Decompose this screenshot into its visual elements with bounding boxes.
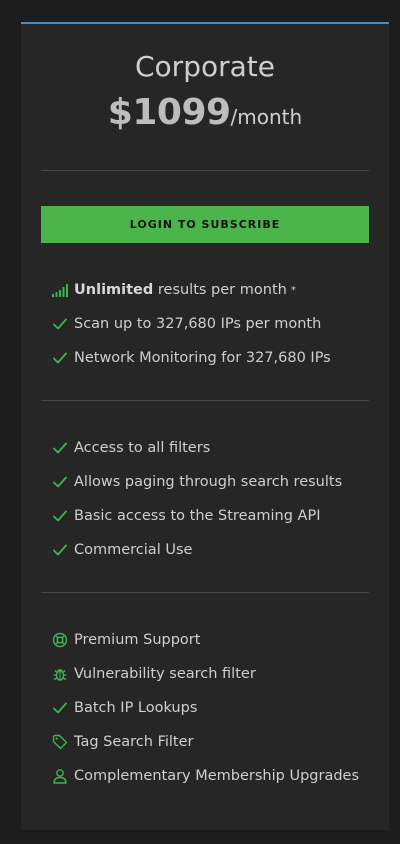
feature-item: Basic access to the Streaming API [51, 499, 381, 533]
feature-item: Scan up to 327,680 IPs per month [51, 307, 381, 341]
tag-icon [51, 733, 69, 751]
feature-text: Scan up to 327,680 IPs per month [74, 316, 322, 332]
feature-text: Tag Search Filter [74, 734, 194, 750]
feature-text: Network Monitoring for 327,680 IPs [74, 350, 331, 366]
lifebuoy-icon [51, 631, 69, 649]
bug-icon [51, 665, 69, 683]
check-icon [51, 349, 69, 367]
feature-list-usage: Unlimited results per month * Scan up to… [51, 273, 381, 375]
feature-item: Tag Search Filter [51, 725, 381, 759]
feature-text: Commercial Use [74, 542, 193, 558]
feature-text: results per month [153, 282, 287, 298]
feature-item: Batch IP Lookups [51, 691, 381, 725]
feature-text: Allows paging through search results [74, 474, 343, 490]
login-to-subscribe-button[interactable]: LOGIN TO SUBSCRIBE [41, 206, 369, 243]
feature-text: Access to all filters [74, 440, 211, 456]
pricing-card: Corporate $1099/month LOGIN TO SUBSCRIBE… [21, 22, 389, 830]
check-icon [51, 439, 69, 457]
divider [41, 592, 369, 593]
plan-name: Corporate [135, 50, 275, 83]
footnote-marker: * [290, 284, 296, 296]
feature-text: Basic access to the Streaming API [74, 508, 321, 524]
price-amount: $1099 [107, 92, 231, 133]
check-icon [51, 699, 69, 717]
feature-item: Allows paging through search results [51, 465, 381, 499]
price-period: /month [230, 105, 303, 129]
user-icon [51, 767, 69, 785]
feature-item: Vulnerability search filter [51, 657, 381, 691]
feature-list-access: Access to all filters Allows paging thro… [51, 431, 381, 567]
feature-text: Vulnerability search filter [74, 666, 256, 682]
check-icon [51, 473, 69, 491]
feature-item: Network Monitoring for 327,680 IPs [51, 341, 381, 375]
check-icon [51, 315, 69, 333]
signal-bars-icon [51, 281, 69, 299]
feature-item: Complementary Membership Upgrades [51, 759, 381, 793]
feature-bold-text: Unlimited [74, 282, 154, 298]
feature-item: Premium Support [51, 623, 381, 657]
feature-item: Commercial Use [51, 533, 381, 567]
feature-item: Access to all filters [51, 431, 381, 465]
divider [41, 170, 369, 171]
divider [41, 400, 369, 401]
feature-item: Unlimited results per month * [51, 273, 381, 307]
feature-list-extras: Premium Support Vulnerability search fil… [51, 623, 381, 793]
check-icon [51, 507, 69, 525]
price: $1099/month [21, 92, 389, 133]
feature-text: Batch IP Lookups [74, 700, 198, 716]
feature-text: Premium Support [74, 632, 201, 648]
feature-text: Complementary Membership Upgrades [74, 768, 360, 784]
check-icon [51, 541, 69, 559]
